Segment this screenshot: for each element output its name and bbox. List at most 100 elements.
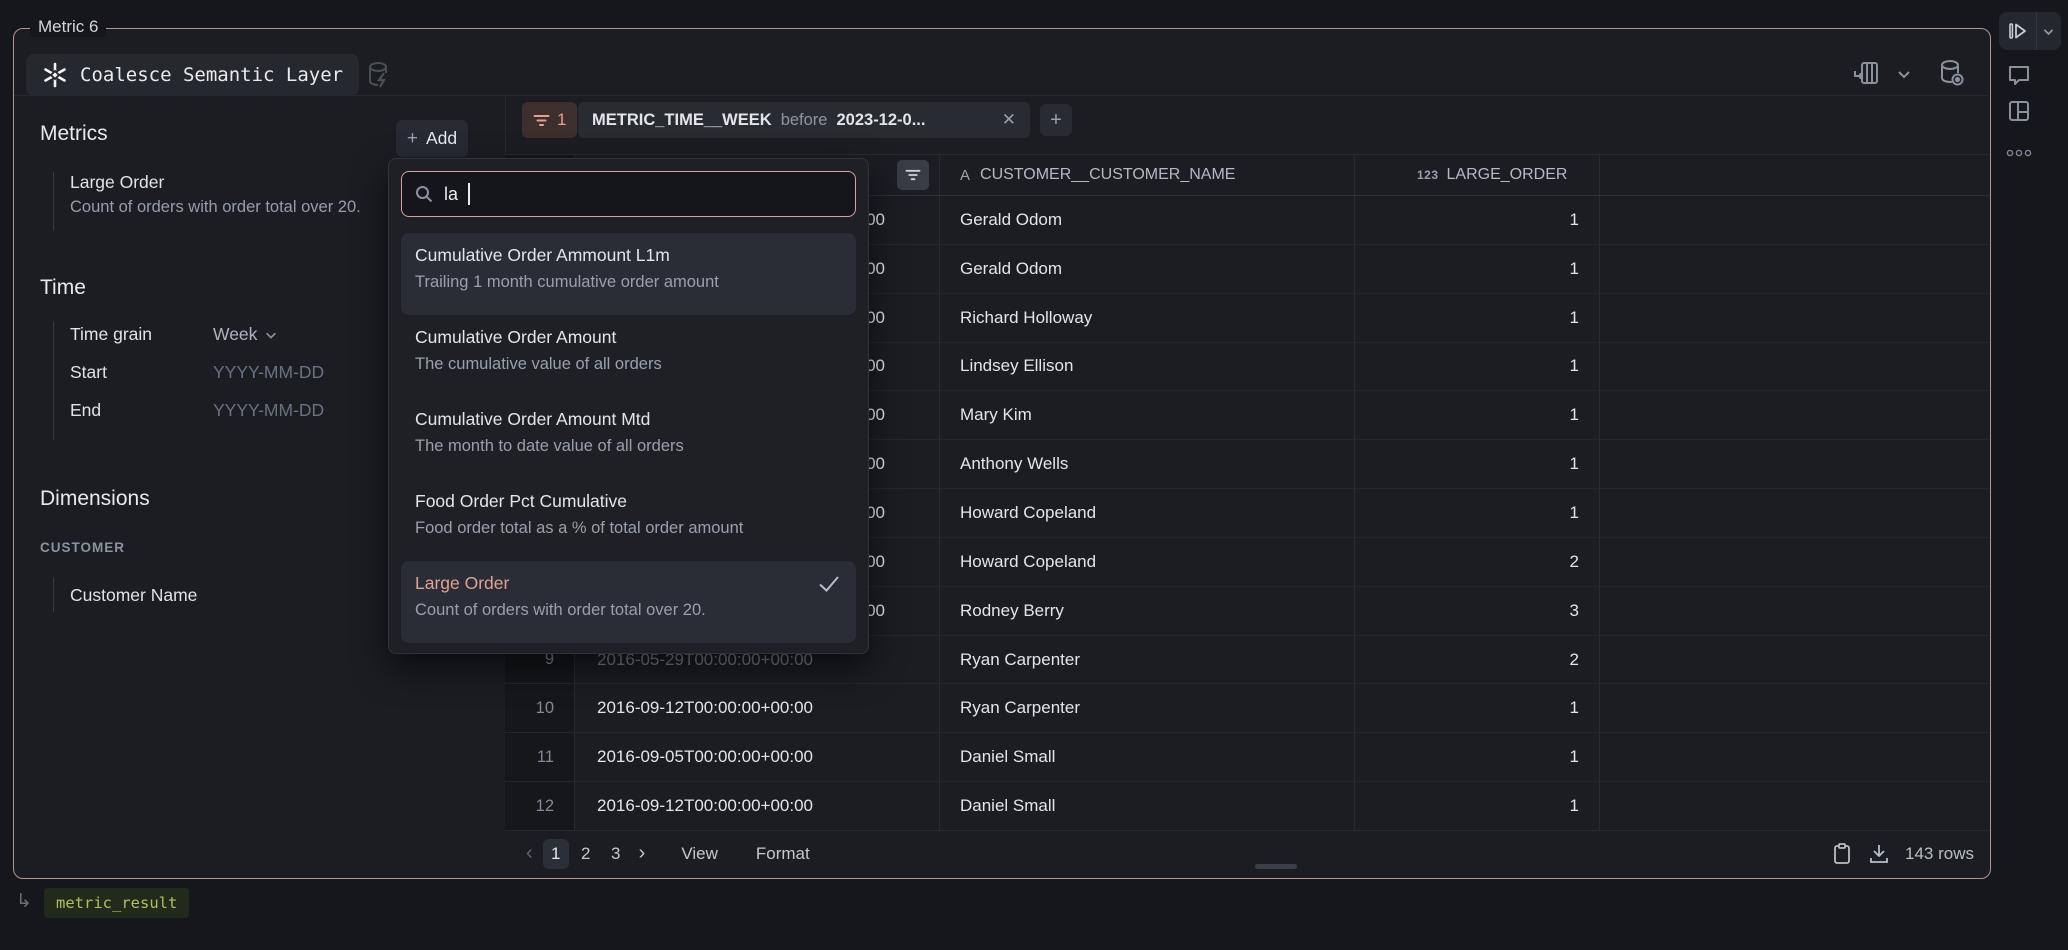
- search-input[interactable]: la: [401, 171, 856, 217]
- large-order-cell: 1: [1355, 245, 1600, 293]
- filler-cell: [1600, 391, 1990, 439]
- time-heading: Time: [40, 276, 86, 300]
- filler-cell: [1600, 196, 1990, 244]
- layout-icon[interactable]: [2004, 96, 2034, 126]
- customer-name-cell: Mary Kim: [940, 391, 1355, 439]
- dropdown-item[interactable]: Food Order Pct Cumulative Food order tot…: [401, 479, 856, 561]
- column-name: LARGE_ORDER: [1447, 166, 1568, 184]
- add-button-label: Add: [426, 128, 457, 149]
- filler-cell: [1600, 489, 1990, 537]
- plus-icon: +: [407, 128, 418, 150]
- dropdown-item-list: Cumulative Order Ammount L1m Trailing 1 …: [401, 233, 856, 643]
- cell-title: Metric 6: [30, 17, 106, 37]
- date-cell: 2016-09-05T00:00:00+00:00: [575, 733, 940, 781]
- checkmark-icon: [818, 575, 840, 593]
- horizontal-scrollbar[interactable]: [1255, 864, 1297, 869]
- date-cell: 2016-09-12T00:00:00+00:00: [575, 782, 940, 830]
- customer-name-cell: Howard Copeland: [940, 538, 1355, 586]
- page-button[interactable]: 2: [573, 839, 599, 869]
- customer-name-cell: Ryan Carpenter: [940, 636, 1355, 684]
- add-metric-button[interactable]: + Add: [396, 120, 468, 157]
- remove-filter-icon[interactable]: ✕: [1002, 110, 1016, 130]
- semantic-layer-source-pill[interactable]: Coalesce Semantic Layer: [26, 54, 359, 96]
- filler-cell: [1600, 782, 1990, 830]
- filler-cell: [1600, 684, 1990, 732]
- metric-name[interactable]: Large Order: [70, 172, 361, 193]
- dropdown-item[interactable]: Large Order Count of orders with order t…: [401, 561, 856, 643]
- time-grain-label: Time grain: [70, 324, 213, 345]
- end-label: End: [70, 400, 213, 421]
- filter-count-badge[interactable]: 1: [522, 102, 577, 138]
- result-variable-pill[interactable]: metric_result: [44, 888, 189, 918]
- filler-cell: [1600, 343, 1990, 391]
- return-arrow-icon: ↳: [16, 890, 32, 913]
- search-icon: [414, 184, 434, 204]
- metrics-heading: Metrics: [40, 122, 108, 146]
- run-options-chevron-icon[interactable]: [2037, 12, 2060, 50]
- date-value: 2016-09-05T00:00:00+00:00: [597, 747, 813, 767]
- compiled-sql-icon[interactable]: [362, 57, 396, 91]
- comment-icon[interactable]: [2004, 60, 2034, 90]
- next-page-button[interactable]: ›: [635, 842, 650, 865]
- page-button[interactable]: 3: [603, 839, 629, 869]
- large-order-cell: 2: [1355, 636, 1600, 684]
- search-value: la: [444, 184, 458, 205]
- metric-search-dropdown: la Cumulative Order Ammount L1m Trailing…: [388, 158, 869, 654]
- dimensions-heading: Dimensions: [40, 487, 150, 511]
- filter-count: 1: [557, 110, 566, 130]
- display-table-chevron-icon[interactable]: [1896, 66, 1912, 82]
- dropdown-item-title: Cumulative Order Amount: [415, 324, 842, 351]
- dropdown-item-subtitle: The cumulative value of all orders: [415, 351, 842, 378]
- source-pill-label: Coalesce Semantic Layer: [80, 64, 343, 86]
- add-filter-button[interactable]: +: [1040, 104, 1072, 136]
- prev-page-button[interactable]: ‹: [522, 842, 537, 865]
- dropdown-item-subtitle: Count of orders with order total over 20…: [415, 597, 842, 624]
- row-count: 143 rows: [1905, 844, 1974, 864]
- copy-table-icon[interactable]: [1831, 842, 1853, 866]
- page-button[interactable]: 1: [543, 839, 569, 869]
- display-table-icon[interactable]: [1852, 58, 1882, 88]
- start-date-input[interactable]: YYYY-MM-DD: [213, 362, 324, 383]
- table-row[interactable]: 11 2016-09-05T00:00:00+00:00 Daniel Smal…: [505, 733, 1990, 782]
- time-grain-select[interactable]: Week: [213, 324, 278, 345]
- customer-name-cell: Howard Copeland: [940, 489, 1355, 537]
- view-menu[interactable]: View: [675, 843, 724, 865]
- dropdown-item-title: Large Order: [415, 570, 842, 597]
- metric-list-item[interactable]: Large Order Count of orders with order t…: [53, 172, 361, 230]
- filler-cell: [1600, 440, 1990, 488]
- table-row[interactable]: 12 2016-09-12T00:00:00+00:00 Daniel Smal…: [505, 782, 1990, 830]
- customer-name-cell: Ryan Carpenter: [940, 684, 1355, 732]
- column-header-large-order[interactable]: 123 LARGE_ORDER: [1355, 155, 1600, 195]
- notebook-cell-region: Metric 6 Coalesce Semantic Layer: [0, 0, 2068, 950]
- table-row[interactable]: 10 2016-09-12T00:00:00+00:00 Ryan Carpen…: [505, 684, 1990, 733]
- customer-name-cell: Anthony Wells: [940, 440, 1355, 488]
- large-order-cell: 1: [1355, 782, 1600, 830]
- download-icon[interactable]: [1868, 842, 1890, 866]
- start-label: Start: [70, 362, 213, 383]
- text-type-icon: A: [960, 167, 970, 184]
- large-order-cell: 2: [1355, 538, 1600, 586]
- customer-name-cell: Gerald Odom: [940, 245, 1355, 293]
- time-settings-group: Time grain Week Start YYYY-MM-DD End YYY…: [53, 322, 324, 440]
- row-number: 10: [505, 684, 575, 732]
- dropdown-item[interactable]: Cumulative Order Amount Mtd The month to…: [401, 397, 856, 479]
- customer-name-cell: Daniel Small: [940, 782, 1355, 830]
- dimension-list-item[interactable]: Customer Name: [53, 578, 197, 612]
- end-date-input[interactable]: YYYY-MM-DD: [213, 400, 324, 421]
- dropdown-item-subtitle: The month to date value of all orders: [415, 433, 842, 460]
- date-value: 2016-09-12T00:00:00+00:00: [597, 698, 813, 718]
- format-menu[interactable]: Format: [750, 843, 816, 865]
- large-order-cell: 1: [1355, 343, 1600, 391]
- column-name: CUSTOMER__CUSTOMER_NAME: [980, 166, 1235, 184]
- dropdown-item[interactable]: Cumulative Order Amount The cumulative v…: [401, 315, 856, 397]
- dropdown-item[interactable]: Cumulative Order Ammount L1m Trailing 1 …: [401, 233, 856, 315]
- view-queries-icon[interactable]: [1934, 56, 1968, 90]
- run-cell-icon[interactable]: [1999, 12, 2036, 50]
- column-header-customer-name[interactable]: A CUSTOMER__CUSTOMER_NAME: [940, 155, 1355, 195]
- filter-chip[interactable]: METRIC_TIME__WEEK before 2023-12-0... ✕: [578, 102, 1030, 138]
- metric-description: Count of orders with order total over 20…: [70, 198, 361, 217]
- more-options-icon[interactable]: [2004, 138, 2034, 168]
- large-order-cell: 1: [1355, 440, 1600, 488]
- filler-header: [1600, 155, 1990, 195]
- column-filter-active-icon[interactable]: [897, 160, 929, 190]
